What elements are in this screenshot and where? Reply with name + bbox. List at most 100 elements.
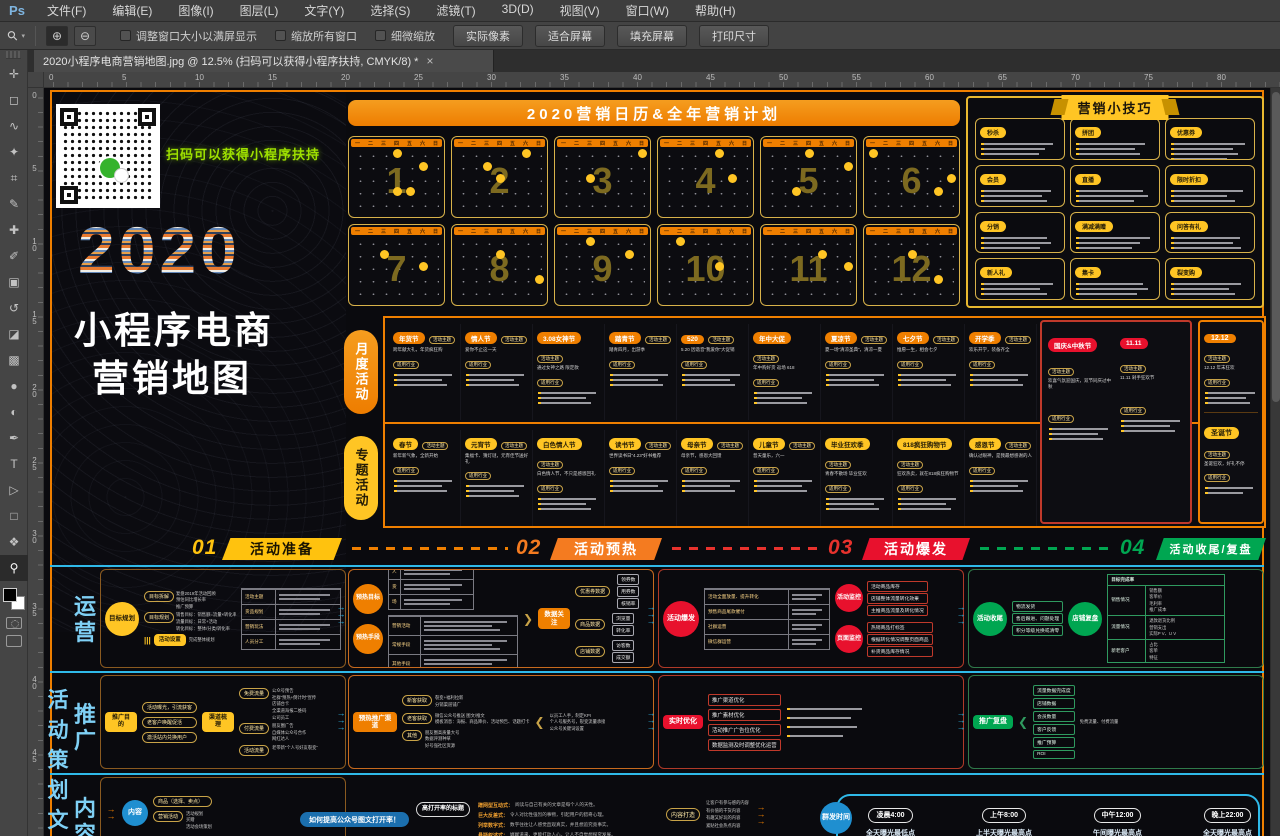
channel-item: 店铺台卡	[272, 701, 316, 707]
tool-button[interactable]: ◻	[0, 87, 28, 113]
checkbox-icon[interactable]	[375, 30, 386, 41]
tool-button[interactable]: ✎	[0, 191, 28, 217]
theme-text: 年中购好货 返场 618	[753, 365, 816, 371]
tool-button[interactable]: ◐	[0, 399, 28, 425]
tool-button[interactable]: ◪	[0, 321, 28, 347]
menu-item[interactable]: 编辑(E)	[99, 2, 165, 19]
theme-text: 夏一场“清凉圣典”，清凉一夏	[825, 347, 888, 353]
calendar-banner: 2020营销日历&全年营销计划	[348, 100, 960, 126]
tool-button[interactable]: ✚	[0, 217, 28, 243]
industry-tag: 适用行业	[897, 485, 923, 493]
tip-card: 集卡	[1070, 258, 1160, 300]
card-text-line	[466, 495, 519, 497]
tip-text-line	[1171, 293, 1235, 295]
tip-text-line	[1171, 283, 1241, 285]
promo-purpose-node: 推广目的	[105, 712, 137, 732]
tool-button[interactable]: ✛	[0, 61, 28, 87]
tool-button[interactable]: ▩	[0, 347, 28, 373]
theme-tag: 活动主题	[933, 336, 959, 344]
content-stage3-cell: 内容打造 让客户有参与感的内容有价值的干货内容有趣又好玩的内容紧贴社会热点内容 …	[666, 800, 767, 828]
tool-button[interactable]: ▷	[0, 477, 28, 503]
screen-mode-button[interactable]	[6, 635, 22, 647]
month-number: 8	[452, 233, 547, 305]
tab-close-icon[interactable]: ×	[426, 54, 433, 68]
option-checkbox[interactable]: 细微缩放	[375, 28, 435, 44]
tool-button[interactable]: ✒	[0, 425, 28, 451]
channel-item: 社群“预热+倒计时”宣传	[272, 695, 316, 701]
checkbox-icon[interactable]	[120, 30, 131, 41]
highlight-date-dot	[496, 174, 505, 183]
color-swatches[interactable]	[2, 587, 26, 611]
document-canvas[interactable]: 扫码可以获得小程序扶持 2020 小程序电商 营销地图 2020营销日历&全年营…	[44, 88, 1270, 836]
option-checkbox[interactable]: 缩放所有窗口	[275, 28, 357, 44]
goal-plan-pill: 目标规划	[144, 612, 174, 623]
document-tab[interactable]: 2020小程序电商营销地图.jpg @ 12.5% (扫码可以获得小程序扶持, …	[34, 50, 494, 72]
card-text-line	[898, 379, 946, 381]
card-text-line	[1205, 392, 1255, 394]
menu-item[interactable]: 帮助(H)	[682, 2, 749, 19]
tool-button[interactable]: ✐	[0, 243, 28, 269]
tool-button[interactable]: ∿	[0, 113, 28, 139]
foreground-color-swatch[interactable]	[3, 588, 17, 602]
highlight-date-dot	[586, 237, 595, 246]
menu-item[interactable]: 图层(L)	[227, 2, 292, 19]
menu-item[interactable]: 文件(F)	[34, 2, 99, 19]
ruler-corner	[28, 72, 44, 88]
options-button[interactable]: 实际像素	[453, 25, 523, 47]
monthly-activities-label: 月度活动	[344, 330, 378, 414]
zoom-out-button[interactable]: ⊖	[74, 26, 96, 46]
card-text-line	[826, 384, 879, 386]
tool-button[interactable]: ●	[0, 373, 28, 399]
note-bar	[787, 717, 851, 719]
festival-title: 元宵节	[465, 438, 497, 450]
tool-button[interactable]: ↺	[0, 295, 28, 321]
tool-button[interactable]: ▣	[0, 269, 28, 295]
tool-button[interactable]: ⚲	[0, 555, 28, 581]
calendar-grid: 一二三四五六日 1 一二三四五六日 2	[348, 136, 960, 306]
card-text-line	[610, 384, 663, 386]
scrollbar-thumb[interactable]	[1272, 92, 1280, 402]
review-metric: 客单价	[1149, 594, 1221, 600]
card-text-line	[898, 384, 951, 386]
options-button[interactable]: 打印尺寸	[699, 25, 769, 47]
tool-button[interactable]: ❖	[0, 529, 28, 555]
ruler-tick-label: 15	[268, 72, 341, 87]
menu-item[interactable]: 3D(D)	[489, 2, 547, 19]
tip-text-line	[981, 200, 1047, 202]
tool-icon: ✎	[9, 197, 19, 211]
menu-item[interactable]: 选择(S)	[357, 2, 423, 19]
zoom-in-button[interactable]: ⊕	[46, 26, 68, 46]
quick-mask-button[interactable]	[6, 617, 22, 629]
menu-item[interactable]: 视图(V)	[547, 2, 613, 19]
tool-button[interactable]: □	[0, 503, 28, 529]
document-tab-title: 2020小程序电商营销地图.jpg @ 12.5% (扫码可以获得小程序扶持, …	[43, 53, 418, 69]
highlight-date-dot	[715, 149, 724, 158]
options-button[interactable]: 适合屏幕	[535, 25, 605, 47]
tool-button[interactable]: ✦	[0, 139, 28, 165]
menu-item[interactable]: 图像(I)	[165, 2, 226, 19]
channel-group: 免费流量 公众号预告社群“预热+倒计时”宣传店铺台卡全渠道海报二维码公司员工	[239, 688, 318, 720]
optimize-item: 推广素材优化	[708, 709, 781, 721]
vertical-ruler[interactable]: 051015202530354045	[28, 88, 44, 836]
tip-card: 新人礼	[975, 258, 1065, 300]
highlight-date-dot	[419, 162, 428, 171]
horizontal-ruler[interactable]: 05101520253035404550556065707580	[44, 72, 1280, 88]
highlight-date-dot	[483, 162, 492, 171]
ruler-tick-label: 10	[28, 237, 43, 310]
menu-item[interactable]: 窗口(W)	[613, 2, 682, 19]
channel-item: 自媒体公众号合作	[272, 730, 306, 736]
menu-item[interactable]: 文字(Y)	[291, 2, 357, 19]
slot-time: 中午12:00	[1094, 808, 1142, 823]
highlight-date-dot	[676, 237, 685, 246]
tool-preset-caret-icon[interactable]: ▾	[22, 32, 26, 40]
tip-label: 秒杀	[980, 127, 1006, 138]
tool-button[interactable]: ⌗	[0, 165, 28, 191]
vertical-scrollbar[interactable]	[1270, 88, 1280, 836]
menu-item[interactable]: 滤镜(T)	[423, 2, 488, 19]
checkbox-icon[interactable]	[275, 30, 286, 41]
tool-button[interactable]: T	[0, 451, 28, 477]
options-button[interactable]: 填充屏幕	[617, 25, 687, 47]
menu-items: 文件(F)编辑(E)图像(I)图层(L)文字(Y)选择(S)滤镜(T)3D(D)…	[34, 2, 749, 19]
option-checkbox[interactable]: 调整窗口大小以满屏显示	[120, 28, 257, 44]
palette-grip[interactable]	[6, 51, 21, 59]
